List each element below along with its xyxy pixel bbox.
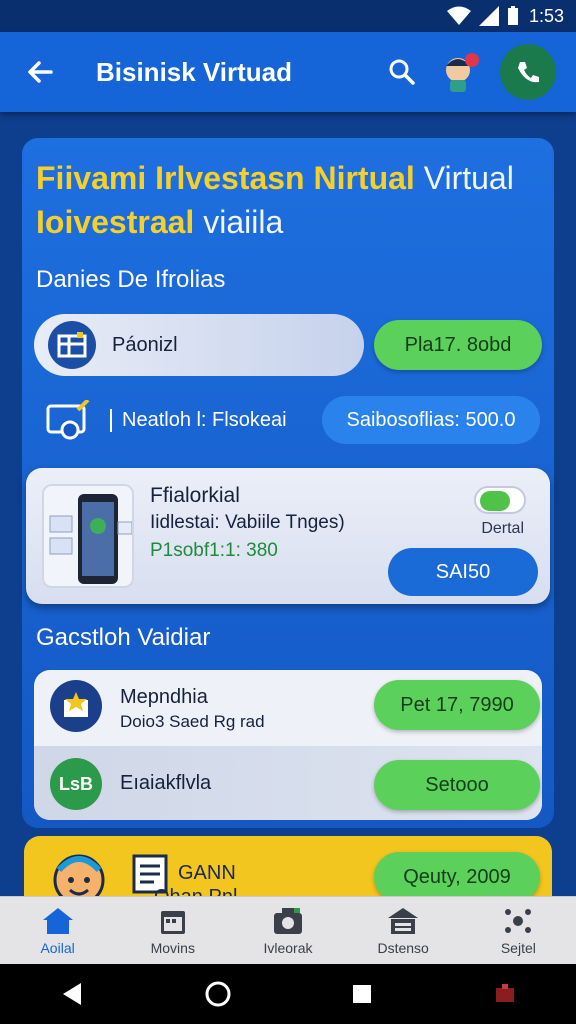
nav-item-ivleorak[interactable]: Ivleorak <box>238 906 338 956</box>
app-bar: Bisinisk Virtuad <box>0 32 576 112</box>
camera-icon <box>273 907 302 934</box>
product-toggle-label: Dertal <box>481 520 524 537</box>
search-button[interactable] <box>382 52 422 92</box>
row-pill-1-label: Páonizl <box>112 333 178 356</box>
back-triangle-icon[interactable] <box>59 981 85 1007</box>
hero-title: Fiivami Irlvestasn Nirtual Virtual Ioive… <box>36 156 536 244</box>
hero-line1-yellow: Fiivami Irlvestasn Nirtual <box>36 160 415 196</box>
hero-line2-white: viaiila <box>203 204 284 240</box>
notification-icon <box>495 984 514 1002</box>
nav-label-ivleorak: Ivleorak <box>263 939 313 956</box>
product-button[interactable]: SAI50 <box>388 548 538 596</box>
bottom-nav: Aoilal Movins Ivleorak Dstenso Sejtel <box>0 896 576 964</box>
list-item-2-icon: LsB <box>50 758 102 810</box>
call-button[interactable] <box>500 44 556 100</box>
list-item-2-button[interactable]: Setooo <box>374 760 540 810</box>
edit-card-icon <box>46 400 90 440</box>
product-price: P1sobf1:1: 380 <box>150 540 278 561</box>
toggle-knob <box>480 491 510 511</box>
nav-label-movins: Movins <box>150 939 195 956</box>
hero-line1-white: Virtual <box>423 160 514 196</box>
list-item-1-title: Mepndhia <box>120 686 208 708</box>
star-mail-icon <box>50 680 102 732</box>
status-bar: 1:53 <box>0 0 576 32</box>
wifi-icon <box>446 6 471 25</box>
phone-icon <box>518 62 539 83</box>
app-title: Bisinisk Virtuad <box>96 56 293 87</box>
recents-square-icon[interactable] <box>350 982 374 1006</box>
promo-line1: GANN <box>178 862 236 884</box>
nav-label-dstenso: Dstenso <box>377 939 429 956</box>
list-card: Mepndhia Doio3 Saed Rg rad Pet 17, 7990 … <box>34 670 542 820</box>
section-label-1: Danies De Ifrolias <box>36 266 226 293</box>
row-2-label: Neatloh l: Flsokeai <box>110 408 287 432</box>
nav-label-home: Aoilal <box>40 939 75 956</box>
nav-label-sejtel: Sejtel <box>500 939 536 956</box>
battery-icon <box>507 6 518 25</box>
list-item-1-subtitle: Doio3 Saed Rg rad <box>120 712 265 731</box>
status-icons <box>446 6 519 26</box>
product-name: Ffialorkial <box>150 484 240 507</box>
product-image <box>42 484 134 588</box>
search-icon <box>389 59 415 85</box>
nav-item-sejtel[interactable]: Sejtel <box>468 906 568 956</box>
home-icon <box>42 907 73 934</box>
calendar-icon <box>160 910 185 934</box>
clock: 1:53 <box>528 5 564 26</box>
row-2-button[interactable]: Saibosoflias: 500.0 <box>322 396 540 444</box>
product-card[interactable]: Ffialorkial Iidlestai: Vabiile Tnges) P1… <box>26 468 550 604</box>
product-description: Iidlestai: Vabiile Tnges) <box>150 512 345 533</box>
arrow-back-icon <box>28 61 53 83</box>
list-item-2-title: Eıaiakflvla <box>120 772 212 794</box>
profile-avatar[interactable] <box>438 50 482 94</box>
system-nav-bar <box>0 964 576 1024</box>
network-icon <box>505 908 532 933</box>
row-pill-1: Páonizl Pla17. 8obd <box>34 314 542 376</box>
home-circle-icon[interactable] <box>204 980 232 1008</box>
dashboard-icon <box>48 321 96 369</box>
list-item-1-button[interactable]: Pet 17, 7990 <box>374 680 540 730</box>
avatar-icon <box>446 53 479 92</box>
product-toggle[interactable] <box>474 486 526 514</box>
nav-item-home[interactable]: Aoilal <box>8 906 108 956</box>
store-icon <box>388 907 419 934</box>
row-pill-1-info[interactable]: Páonizl <box>34 314 364 376</box>
promo-button[interactable]: Qeuty, 2009 <box>374 852 540 902</box>
section-label-2: Gacstloh Vaidiar <box>36 624 211 651</box>
row-pill-1-button[interactable]: Pla17. 8obd <box>374 320 542 370</box>
hero-line2-yellow: Ioivestraal <box>36 204 195 240</box>
signal-icon <box>478 6 499 26</box>
nav-item-movins[interactable]: Movins <box>123 906 223 956</box>
nav-item-dstenso[interactable]: Dstenso <box>353 906 453 956</box>
back-button[interactable] <box>20 52 60 92</box>
